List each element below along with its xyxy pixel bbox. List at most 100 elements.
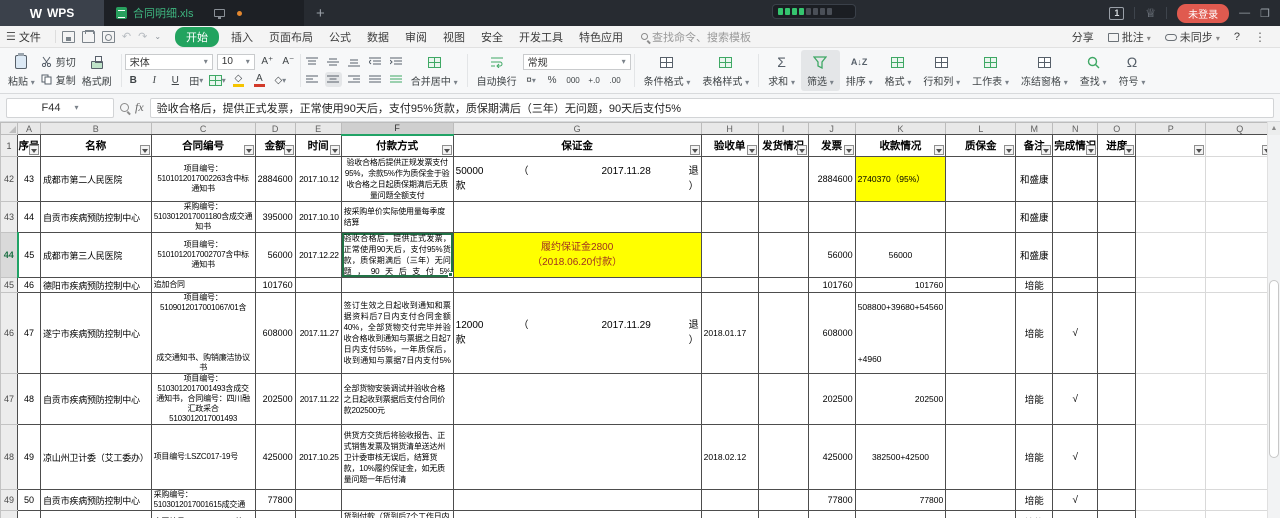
cell-F44[interactable]: 验收合格后，提供正式发票，正常使用90天后，支付95%货款，质保期满后（三年）无… bbox=[340, 232, 454, 278]
cell-J48[interactable]: 425000 bbox=[807, 424, 856, 490]
cell-Q48[interactable] bbox=[1205, 424, 1275, 490]
cell-H44[interactable] bbox=[700, 232, 759, 278]
column-header-K[interactable]: K bbox=[854, 122, 947, 135]
row-header-50[interactable]: 50 bbox=[0, 510, 18, 518]
row-header-48[interactable]: 48 bbox=[0, 424, 18, 490]
distributed-button[interactable] bbox=[388, 72, 405, 87]
cell-A49[interactable]: 50 bbox=[17, 489, 41, 511]
cell-Q47[interactable] bbox=[1205, 373, 1275, 425]
cell-O49[interactable] bbox=[1097, 489, 1137, 511]
cell-D46[interactable]: 608000 bbox=[254, 292, 296, 374]
cell-O44[interactable] bbox=[1097, 232, 1137, 278]
cell-H49[interactable] bbox=[700, 489, 759, 511]
cell-M46[interactable]: 培能 bbox=[1015, 292, 1054, 374]
cell-I44[interactable] bbox=[757, 232, 809, 278]
login-button[interactable]: 未登录 bbox=[1177, 3, 1230, 23]
column-header-D[interactable]: D bbox=[254, 122, 296, 135]
cell-Q43[interactable] bbox=[1205, 201, 1275, 233]
cell-E49[interactable] bbox=[294, 489, 342, 511]
cell-F1[interactable]: 付款方式 bbox=[340, 134, 454, 157]
cell-D49[interactable]: 77800 bbox=[254, 489, 296, 511]
undo-icon[interactable]: ↶ bbox=[122, 30, 131, 43]
print-preview-icon[interactable] bbox=[101, 30, 115, 43]
cell-J42[interactable]: 2884600 bbox=[807, 156, 856, 202]
cell-E50[interactable]: 2017.09.01 bbox=[294, 510, 342, 518]
wps-logo[interactable]: W WPS bbox=[0, 0, 104, 26]
column-header-B[interactable]: B bbox=[40, 122, 152, 135]
document-count-badge[interactable]: 1 bbox=[1109, 6, 1125, 20]
freeze-panes-button[interactable]: 冻结窗格 ▾ bbox=[1015, 50, 1074, 91]
cell-G46[interactable]: 12000（ 2017.11.29 退 款） bbox=[452, 292, 702, 374]
cell-I49[interactable] bbox=[757, 489, 809, 511]
cell-E47[interactable]: 2017.11.22 bbox=[294, 373, 342, 425]
cell-N1[interactable]: 完成情况 bbox=[1052, 134, 1099, 157]
percent-format-button[interactable]: % bbox=[544, 73, 561, 88]
cell-K49[interactable]: 77800 bbox=[854, 489, 947, 511]
row-header-1[interactable]: 1 bbox=[0, 134, 18, 157]
save-icon[interactable] bbox=[61, 30, 75, 43]
scroll-up-arrow-icon[interactable]: ▲ bbox=[1268, 122, 1280, 135]
print-icon[interactable] bbox=[81, 29, 95, 43]
column-header-O[interactable]: O bbox=[1097, 122, 1137, 135]
cell-A50[interactable]: 51 bbox=[17, 510, 41, 518]
cell-Q49[interactable] bbox=[1205, 489, 1275, 511]
cell-G44[interactable]: 履约保证金2800 （2018.06.20付款） bbox=[452, 232, 702, 278]
cell-P44[interactable] bbox=[1135, 232, 1207, 278]
cell-N47[interactable]: √ bbox=[1052, 373, 1099, 425]
cell-L44[interactable] bbox=[945, 232, 1017, 278]
cell-B42[interactable]: 成都市第二人民医院 bbox=[40, 156, 152, 202]
cell-E43[interactable]: 2017.10.10 bbox=[294, 201, 342, 233]
cell-H46[interactable]: 2018.01.17 bbox=[700, 292, 759, 374]
cell-H47[interactable] bbox=[700, 373, 759, 425]
cell-H50[interactable] bbox=[700, 510, 759, 518]
cell-I43[interactable] bbox=[757, 201, 809, 233]
cell-C43[interactable]: 采购编号：5103012017001180含成交通知书 bbox=[150, 201, 256, 233]
select-all-corner[interactable] bbox=[0, 122, 18, 135]
align-top-button[interactable] bbox=[304, 54, 321, 69]
cell-N46[interactable]: √ bbox=[1052, 292, 1099, 374]
cell-I50[interactable] bbox=[757, 510, 809, 518]
cell-J50[interactable] bbox=[807, 510, 856, 518]
tab-home[interactable]: 开始 bbox=[175, 26, 220, 47]
column-header-C[interactable]: C bbox=[150, 122, 256, 135]
cell-A46[interactable]: 47 bbox=[17, 292, 41, 374]
cell-D48[interactable]: 425000 bbox=[254, 424, 296, 490]
cell-B48[interactable]: 凉山州卫计委（艾工委办） bbox=[40, 424, 152, 490]
cell-G42[interactable]: 50000（ 2017.11.28 退 款） bbox=[452, 156, 702, 202]
cell-J43[interactable] bbox=[807, 201, 856, 233]
number-format-select[interactable]: 常规 ▾ bbox=[522, 53, 631, 70]
comment-button[interactable]: 批注 ▾ bbox=[1107, 29, 1151, 45]
cell-C46[interactable]: 项目编号：5109012017001067/01含 成交通知书、购销廉洁协议书 bbox=[150, 292, 256, 374]
quick-access-caret-icon[interactable]: ⌄ bbox=[154, 32, 161, 41]
row-header-46[interactable]: 46 bbox=[0, 292, 18, 374]
cell-A44[interactable]: 45 bbox=[17, 232, 41, 278]
decrease-indent-button[interactable] bbox=[367, 54, 384, 69]
cell-J47[interactable]: 202500 bbox=[807, 373, 856, 425]
cell-E44[interactable]: 2017.12.22 bbox=[294, 232, 342, 278]
cell-B1[interactable]: 名称 bbox=[40, 134, 152, 157]
increase-decimal-button[interactable]: +.0 bbox=[586, 73, 603, 88]
row-header-44[interactable]: 44 bbox=[0, 232, 19, 278]
cell-A45[interactable]: 46 bbox=[17, 277, 41, 293]
column-header-E[interactable]: E bbox=[294, 122, 342, 135]
cell-O48[interactable] bbox=[1097, 424, 1137, 490]
paste-button[interactable]: 粘贴 ▾ bbox=[2, 50, 41, 91]
cell-D47[interactable]: 202500 bbox=[254, 373, 296, 425]
bold-button[interactable]: B bbox=[125, 73, 142, 88]
cell-G43[interactable] bbox=[452, 201, 702, 233]
cell-K42[interactable]: 2740370（95%） bbox=[854, 156, 947, 202]
sum-button[interactable]: Σ 求和 ▾ bbox=[762, 50, 801, 91]
cell-C47[interactable]: 项目编号：5103012017001493含成交通知书，合同编号：四川融汇政采合… bbox=[150, 373, 256, 425]
cell-F48[interactable]: 供货方交货后将验收报告、正式销售发票及销货清单送达州卫计委审核无误后，结算货款，… bbox=[340, 424, 454, 490]
command-search[interactable]: 查找命令、搜索模板 bbox=[641, 29, 751, 45]
filter-dropdown-icon[interactable] bbox=[843, 145, 854, 155]
tab-view[interactable]: 视图 bbox=[435, 29, 473, 45]
cell-P48[interactable] bbox=[1135, 424, 1207, 490]
cell-K46[interactable]: 508800+39680+54560 +4960 bbox=[854, 292, 947, 374]
cell-L47[interactable] bbox=[945, 373, 1017, 425]
vertical-scrollbar[interactable]: ▲ bbox=[1267, 122, 1280, 518]
currency-format-button[interactable]: ¤ ▾ bbox=[523, 73, 540, 88]
cell-K48[interactable]: 382500+42500 bbox=[854, 424, 947, 490]
cell-P1[interactable] bbox=[1135, 134, 1207, 157]
sort-button[interactable]: A↓Z 排序 ▾ bbox=[840, 50, 879, 91]
